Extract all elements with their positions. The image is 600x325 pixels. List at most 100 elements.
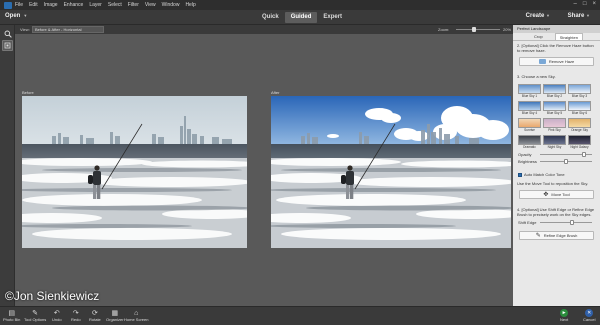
sky-preset-label: Blue Sky 5 [546, 111, 563, 115]
refine-edge-button[interactable]: ✎ Refine Edge Brush [519, 231, 594, 240]
window-controls: – □ × [574, 1, 596, 7]
cancel-button[interactable]: ✕ Cancel [583, 309, 595, 322]
next-button[interactable]: ► Next [560, 309, 568, 322]
redo-icon: ↷ [72, 310, 79, 317]
minimize-button[interactable]: – [574, 1, 577, 7]
arrow-right-icon: ► [560, 309, 569, 317]
sky-preset[interactable]: Sunrise [518, 117, 541, 132]
photo-bin-button[interactable]: ▤ Photo Bin [3, 309, 20, 322]
undo-icon: ↶ [53, 310, 60, 317]
opacity-slider[interactable] [540, 152, 592, 157]
maximize-button[interactable]: □ [583, 1, 587, 7]
zoom-slider-track[interactable] [456, 29, 500, 30]
menu-view[interactable]: View [145, 2, 156, 8]
open-button[interactable]: Open ▼ [5, 13, 27, 19]
sky-preset-label: Orange Sky [571, 128, 588, 132]
sky-preset[interactable]: Night Sky [543, 134, 566, 149]
view-options-bar: View: Before & After - Horizontal Zoom: … [15, 25, 513, 34]
brightness-row: Brightness [513, 158, 600, 165]
shift-edge-label: Shift Edge [518, 220, 537, 225]
photo-credit: ©Jon Sienkiewicz [5, 289, 100, 303]
rotate-icon: ⟳ [91, 310, 98, 317]
sky-preset-label: Dramatic [523, 145, 536, 149]
create-button[interactable]: Create ▼ [526, 13, 550, 19]
menu-layer[interactable]: Layer [89, 2, 102, 8]
sky-preset[interactable]: Blue Sky 4 [518, 100, 541, 115]
menu-help[interactable]: Help [185, 2, 195, 8]
shift-edge-row: Shift Edge [513, 219, 600, 226]
after-label: After [271, 90, 280, 95]
sky-preset-label: Night Sky [547, 145, 562, 149]
before-label: Before [22, 90, 34, 95]
home-screen-label: Home Screen [124, 317, 149, 322]
sky-thumbnail [518, 135, 541, 145]
menu-file[interactable]: File [15, 2, 23, 8]
undo-button[interactable]: ↶ Undo [52, 309, 62, 322]
close-button[interactable]: × [592, 1, 596, 7]
sky-preset[interactable]: Night Galaxy [568, 134, 591, 149]
tab-straighten[interactable]: Straighten [554, 33, 583, 40]
organizer-button[interactable]: ▦ Organizer [106, 309, 124, 322]
hand-tool-icon[interactable] [2, 40, 13, 51]
brightness-slider-thumb[interactable] [564, 159, 568, 164]
view-select[interactable]: Before & After - Horizontal [32, 26, 104, 33]
tab-crop[interactable]: Crop [530, 33, 547, 40]
next-label: Next [560, 317, 569, 322]
rotate-button[interactable]: ⟳ Rotate [89, 309, 101, 322]
view-label: View: [20, 27, 30, 32]
tab-expert[interactable]: Expert [317, 12, 348, 23]
menu-bar: File Edit Image Enhance Layer Select Fil… [0, 0, 600, 10]
tool-options-button[interactable]: ✎ Tool Options [24, 309, 46, 322]
remove-haze-button[interactable]: Remove Haze [519, 57, 594, 66]
sky-preset[interactable]: Blue Sky 1 [518, 83, 541, 98]
brightness-slider[interactable] [540, 159, 592, 164]
before-photo[interactable] [22, 96, 247, 248]
haze-icon [538, 59, 546, 64]
after-photo[interactable] [271, 96, 511, 248]
menu-select[interactable]: Select [108, 2, 122, 8]
menu-filter[interactable]: Filter [128, 2, 139, 8]
tool-options-icon: ✎ [32, 310, 39, 317]
tab-guided[interactable]: Guided [284, 12, 318, 23]
sky-thumbnail [543, 118, 566, 128]
menu-enhance[interactable]: Enhance [64, 2, 84, 8]
sky-preset[interactable]: Blue Sky 6 [568, 100, 591, 115]
shift-edge-slider[interactable] [540, 220, 592, 225]
sky-thumbnail [518, 118, 541, 128]
opacity-slider-thumb[interactable] [582, 152, 587, 157]
sky-preset[interactable]: Dramatic [518, 134, 541, 149]
sky-preset-label: Blue Sky 3 [571, 94, 588, 98]
sky-preset[interactable]: Blue Sky 3 [568, 83, 591, 98]
app-logo-icon [4, 1, 12, 9]
sky-preset[interactable]: Blue Sky 2 [543, 83, 566, 98]
image-canvas: Before After [15, 34, 513, 306]
sky-preset[interactable]: Blue Sky 5 [543, 100, 566, 115]
menu-window[interactable]: Window [162, 2, 180, 8]
zoom-slider-thumb[interactable] [471, 27, 476, 32]
chevron-down-icon: ▼ [586, 13, 590, 18]
redo-button[interactable]: ↷ Redo [71, 309, 81, 322]
mode-bar: Open ▼ Quick Guided Expert Create ▼ Share… [0, 10, 600, 25]
sky-thumbnail [543, 84, 566, 94]
move-tool-instructions: Use the Move Tool to reposition the Sky. [517, 181, 589, 186]
sky-preset-label: Night Galaxy [570, 145, 589, 149]
mode-tabs: Quick Guided Expert [256, 12, 348, 23]
tab-quick[interactable]: Quick [256, 12, 285, 23]
redo-label: Redo [71, 317, 81, 322]
shift-edge-slider-thumb[interactable] [570, 220, 575, 225]
photoshop-elements-window: File Edit Image Enhance Layer Select Fil… [0, 0, 600, 325]
sky-preset-label: Blue Sky 2 [546, 94, 563, 98]
cancel-label: Cancel [583, 317, 596, 322]
zoom-tool-icon[interactable] [2, 28, 13, 39]
share-button[interactable]: Share ▼ [568, 13, 590, 19]
menu-edit[interactable]: Edit [29, 2, 38, 8]
home-screen-button[interactable]: ⌂ Home Screen [124, 309, 149, 323]
menu-image[interactable]: Image [44, 2, 58, 8]
auto-match-checkbox[interactable] [518, 172, 522, 177]
organizer-icon: ▦ [111, 310, 119, 317]
sky-thumbnail [568, 101, 591, 111]
sky-preset[interactable]: Pink Sky [543, 117, 566, 132]
move-tool-button[interactable]: ✥ Move Tool [519, 190, 594, 199]
sky-preset[interactable]: Orange Sky [568, 117, 591, 132]
photo-bin-icon: ▤ [8, 310, 15, 317]
